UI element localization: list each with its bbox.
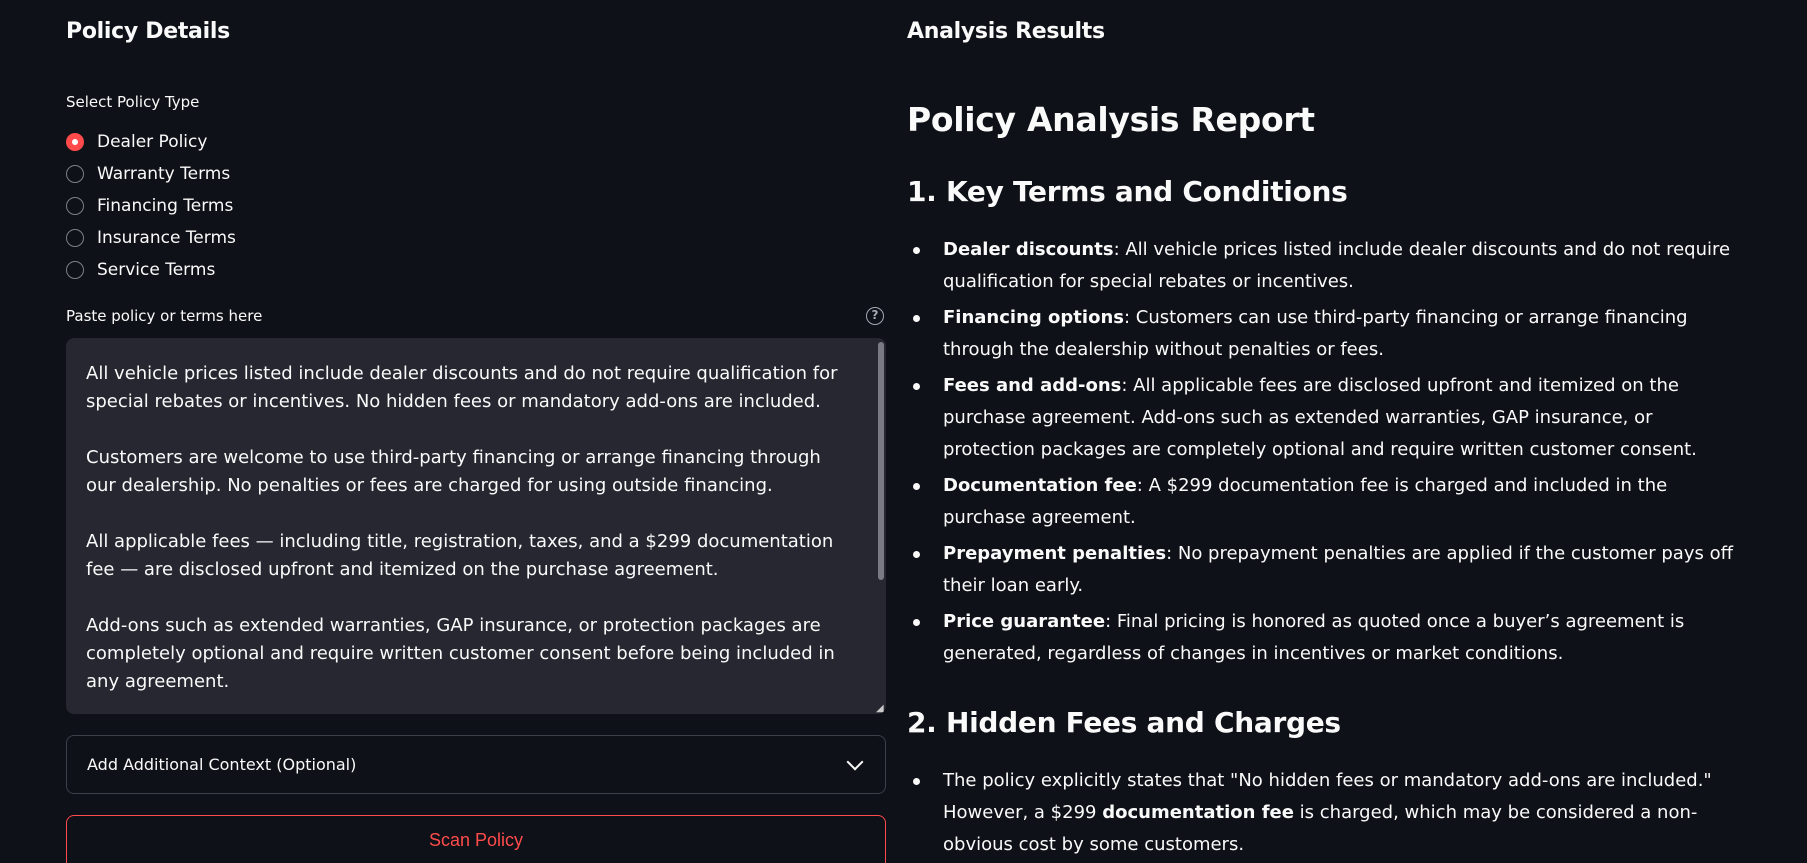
term-label: Prepayment penalties <box>943 543 1167 564</box>
textarea-scrollbar[interactable] <box>878 342 884 580</box>
chevron-down-icon <box>846 753 864 770</box>
radio-option-label: Service Terms <box>97 260 216 280</box>
list-item: Financing options: Customers can use thi… <box>907 302 1737 366</box>
term-label: Financing options <box>943 307 1124 328</box>
radio-option[interactable]: Warranty Terms <box>66 158 236 190</box>
radio-circle-icon[interactable] <box>66 229 84 247</box>
resize-grip-icon[interactable]: ◢ <box>876 704 886 714</box>
radio-circle-icon[interactable] <box>66 197 84 215</box>
list-item: Dealer discounts: All vehicle prices lis… <box>907 234 1737 298</box>
analysis-results-title: Analysis Results <box>907 19 1105 44</box>
radio-option-label: Dealer Policy <box>97 132 208 152</box>
radio-circle-icon[interactable] <box>66 133 84 151</box>
hidden-fees-bold-term: documentation fee <box>1102 802 1294 823</box>
term-label: Dealer discounts <box>943 239 1114 260</box>
textarea-paragraph: Add-ons such as extended warranties, GAP… <box>86 615 835 692</box>
policy-textarea-content[interactable]: All vehicle prices listed include dealer… <box>66 338 886 714</box>
report-title: Policy Analysis Report <box>907 100 1315 139</box>
radio-circle-icon[interactable] <box>66 261 84 279</box>
textarea-paragraph: All applicable fees — including title, r… <box>86 531 834 580</box>
radio-option-label: Insurance Terms <box>97 228 236 248</box>
app-page: Policy Details Select Policy Type Dealer… <box>0 0 1807 863</box>
list-item: Prepayment penalties: No prepayment pena… <box>907 538 1737 602</box>
radio-option[interactable]: Service Terms <box>66 254 236 286</box>
section-key-terms-heading: 1. Key Terms and Conditions <box>907 175 1348 208</box>
radio-option[interactable]: Dealer Policy <box>66 126 236 158</box>
question-circle-icon[interactable]: ? <box>866 307 884 325</box>
radio-option-label: Financing Terms <box>97 196 234 216</box>
term-label: Price guarantee <box>943 611 1106 632</box>
radio-circle-icon[interactable] <box>66 165 84 183</box>
textarea-paragraph: All vehicle prices listed include dealer… <box>86 363 838 412</box>
term-label: Fees and add-ons <box>943 375 1122 396</box>
list-item: Fees and add-ons: All applicable fees ar… <box>907 370 1737 466</box>
list-item: The policy explicitly states that "No hi… <box>907 765 1737 861</box>
policy-details-title: Policy Details <box>66 19 230 44</box>
textarea-label: Paste policy or terms here <box>66 307 263 325</box>
scan-policy-button[interactable]: Scan Policy <box>66 815 886 863</box>
list-item: Documentation fee: A $299 documentation … <box>907 470 1737 534</box>
policy-type-radio-group: Dealer Policy Warranty Terms Financing Ter… <box>66 126 236 286</box>
radio-option-label: Warranty Terms <box>97 164 231 184</box>
section-hidden-fees-heading: 2. Hidden Fees and Charges <box>907 706 1341 739</box>
key-terms-list: Dealer discounts: All vehicle prices lis… <box>907 234 1737 674</box>
hidden-fees-list: The policy explicitly states that "No hi… <box>907 765 1737 863</box>
additional-context-expander[interactable]: Add Additional Context (Optional) <box>66 735 886 794</box>
radio-option[interactable]: Financing Terms <box>66 190 236 222</box>
term-label: Documentation fee <box>943 475 1137 496</box>
radio-option[interactable]: Insurance Terms <box>66 222 236 254</box>
list-item: Price guarantee: Final pricing is honore… <box>907 606 1737 670</box>
expander-label: Add Additional Context (Optional) <box>87 755 357 774</box>
policy-type-label: Select Policy Type <box>66 93 200 111</box>
policy-textarea[interactable]: All vehicle prices listed include dealer… <box>66 338 886 714</box>
textarea-paragraph: Customers are welcome to use third-party… <box>86 447 821 496</box>
